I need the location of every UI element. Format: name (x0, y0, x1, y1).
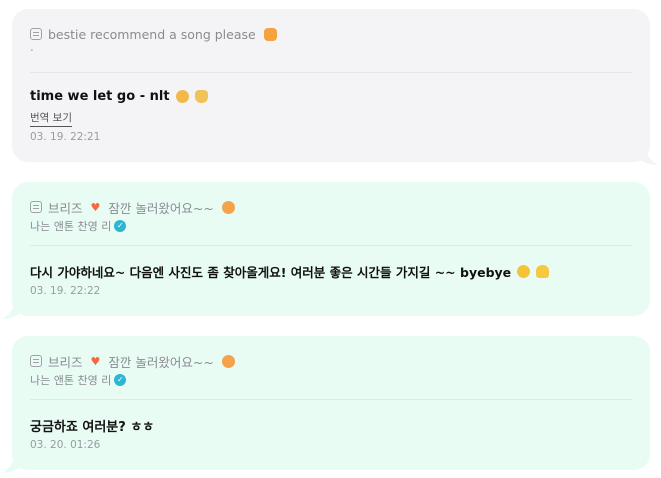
face-emoji-icon (221, 200, 235, 214)
translate-link[interactable]: 번역 보기 (30, 110, 72, 127)
timestamp: 03. 19. 22:22 (30, 285, 101, 297)
smiling-face-emoji-icon (517, 265, 531, 278)
quoted-text: bestie recommend a song please (48, 26, 256, 42)
comment-card[interactable]: bestie recommend a song please . time we… (12, 9, 658, 165)
author[interactable]: 나는 앤톤 찬영 리 ✓ (30, 218, 127, 234)
comment-card[interactable]: 브리즈 ♥ 잠깐 놀러왔어요~~ 나는 앤톤 찬영 리 ✓ 궁금하죠 여러분? … (2, 336, 650, 473)
quoted-text: 잠깐 놀러왔어요~~ (108, 200, 214, 216)
heart-hands-emoji-icon (536, 265, 550, 278)
comment-body: time we let go - nlt (30, 89, 170, 104)
comment-feed: bestie recommend a song please . time we… (0, 0, 661, 478)
quoted-text: 잠깐 놀러왔어요~~ (108, 354, 214, 370)
bubble-tail (2, 459, 20, 473)
bubble-tail (640, 151, 658, 165)
quoted-message[interactable]: bestie recommend a song please (30, 25, 277, 43)
author-name: 나는 앤톤 찬영 리 (30, 220, 112, 233)
cat-emoji-icon (263, 27, 277, 41)
heart-icon: ♥ (90, 354, 101, 368)
divider (30, 72, 632, 73)
bubble-tail (2, 305, 20, 319)
quote-icon (30, 201, 42, 213)
verified-badge-icon: ✓ (114, 374, 127, 386)
author[interactable]: 나는 앤톤 찬영 리 ✓ (30, 372, 127, 388)
quoted-prefix: 브리즈 (48, 354, 83, 370)
quote-icon (30, 355, 42, 367)
call-me-hand-emoji-icon (194, 90, 208, 103)
comment-card[interactable]: 브리즈 ♥ 잠깐 놀러왔어요~~ 나는 앤톤 찬영 리 ✓ 다시 가야하네요~ … (2, 182, 650, 319)
verified-badge-icon: ✓ (114, 220, 127, 232)
stray-dot: . (30, 40, 34, 54)
timestamp: 03. 20. 01:26 (30, 439, 101, 451)
quoted-message[interactable]: 브리즈 ♥ 잠깐 놀러왔어요~~ (30, 198, 235, 216)
comment-body: 궁금하죠 여러분? ㅎㅎ (30, 420, 155, 435)
timestamp: 03. 19. 22:21 (30, 131, 101, 143)
divider (30, 399, 632, 400)
comment-body: 다시 가야하네요~ 다음엔 사진도 좀 찾아올게요! 여러분 좋은 시간들 가지… (30, 265, 512, 280)
heart-icon: ♥ (90, 200, 101, 214)
face-emoji-icon (221, 354, 235, 368)
quote-icon (30, 28, 42, 40)
partying-face-emoji-icon (175, 90, 189, 103)
author-name: 나는 앤톤 찬영 리 (30, 374, 112, 387)
divider (30, 245, 632, 246)
quoted-prefix: 브리즈 (48, 200, 83, 216)
quoted-message[interactable]: 브리즈 ♥ 잠깐 놀러왔어요~~ (30, 352, 235, 370)
